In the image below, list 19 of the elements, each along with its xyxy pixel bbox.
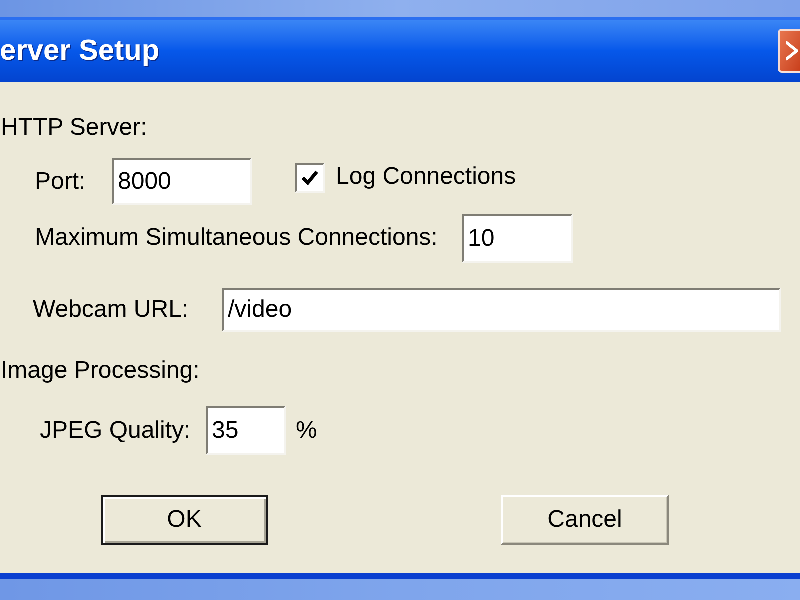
jpeg-quality-label: JPEG Quality:	[40, 416, 192, 444]
checkbox-label: Log Connections	[336, 163, 516, 191]
dialog-button[interactable]: Cancel	[501, 495, 669, 545]
dialog-button[interactable]: OK	[101, 495, 268, 545]
checkbox[interactable]	[295, 163, 325, 193]
port-label: Port:	[35, 168, 87, 196]
port-field[interactable]: 8000	[112, 158, 252, 205]
webcam-url-label: Webcam URL:	[33, 296, 190, 324]
jpeg-quality-field[interactable]: 35	[206, 406, 286, 455]
section-heading: HTTP Server:	[0, 114, 148, 142]
close-icon	[786, 39, 798, 63]
checkmark-icon	[301, 170, 319, 186]
webcam-url-field[interactable]: /video	[222, 288, 781, 332]
window-title: erver Setup	[0, 36, 160, 66]
max-connections-field[interactable]: 10	[462, 214, 573, 263]
max-connections-label: Maximum Simultaneous Connections:	[35, 224, 439, 252]
section-heading: Image Processing:	[0, 357, 200, 385]
close-button[interactable]	[778, 29, 800, 73]
unit-label: %	[296, 416, 318, 444]
